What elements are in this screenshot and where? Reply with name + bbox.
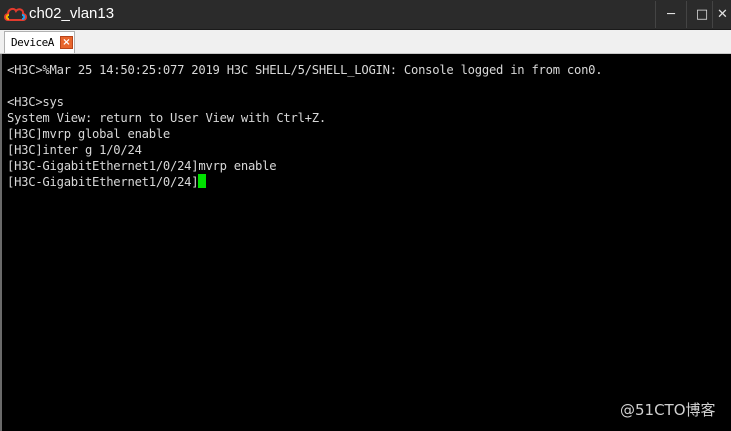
terminal-line: <H3C>sys [7,95,64,109]
text-cursor [198,174,207,188]
tab-devicea[interactable]: DeviceA × [4,31,75,53]
terminal-line: [H3C]inter g 1/0/24 [7,143,142,157]
watermark: @51CTO博客 [620,401,716,419]
terminal-line: [H3C-GigabitEthernet1/0/24]mvrp enable [7,159,277,173]
tab-bar: DeviceA × [0,30,731,54]
title-bar[interactable]: ch02_vlan13 ─ □ ✕ [0,0,731,30]
close-icon: ✕ [717,7,728,22]
terminal-prompt-line: [H3C-GigabitEthernet1/0/24] [7,174,207,190]
window-title: ch02_vlan13 [29,5,115,22]
minimize-button[interactable]: ─ [655,1,686,28]
terminal-line: System View: return to User View with Ct… [7,111,326,125]
terminal-line: [H3C]mvrp global enable [7,127,171,141]
terminal-window: ch02_vlan13 ─ □ ✕ DeviceA × <H3C>%Mar 25… [0,0,731,431]
close-button[interactable]: ✕ [712,1,731,28]
minimize-icon: ─ [667,7,675,22]
terminal-line: <H3C>%Mar 25 14:50:25:077 2019 H3C SHELL… [7,63,603,77]
maximize-icon: □ [695,7,709,22]
tab-label: DeviceA [11,36,54,49]
tab-close-icon[interactable]: × [60,36,73,49]
terminal-prompt: [H3C-GigabitEthernet1/0/24] [7,175,199,189]
cloud-logo-icon [4,7,27,21]
terminal-console[interactable]: <H3C>%Mar 25 14:50:25:077 2019 H3C SHELL… [0,54,731,431]
